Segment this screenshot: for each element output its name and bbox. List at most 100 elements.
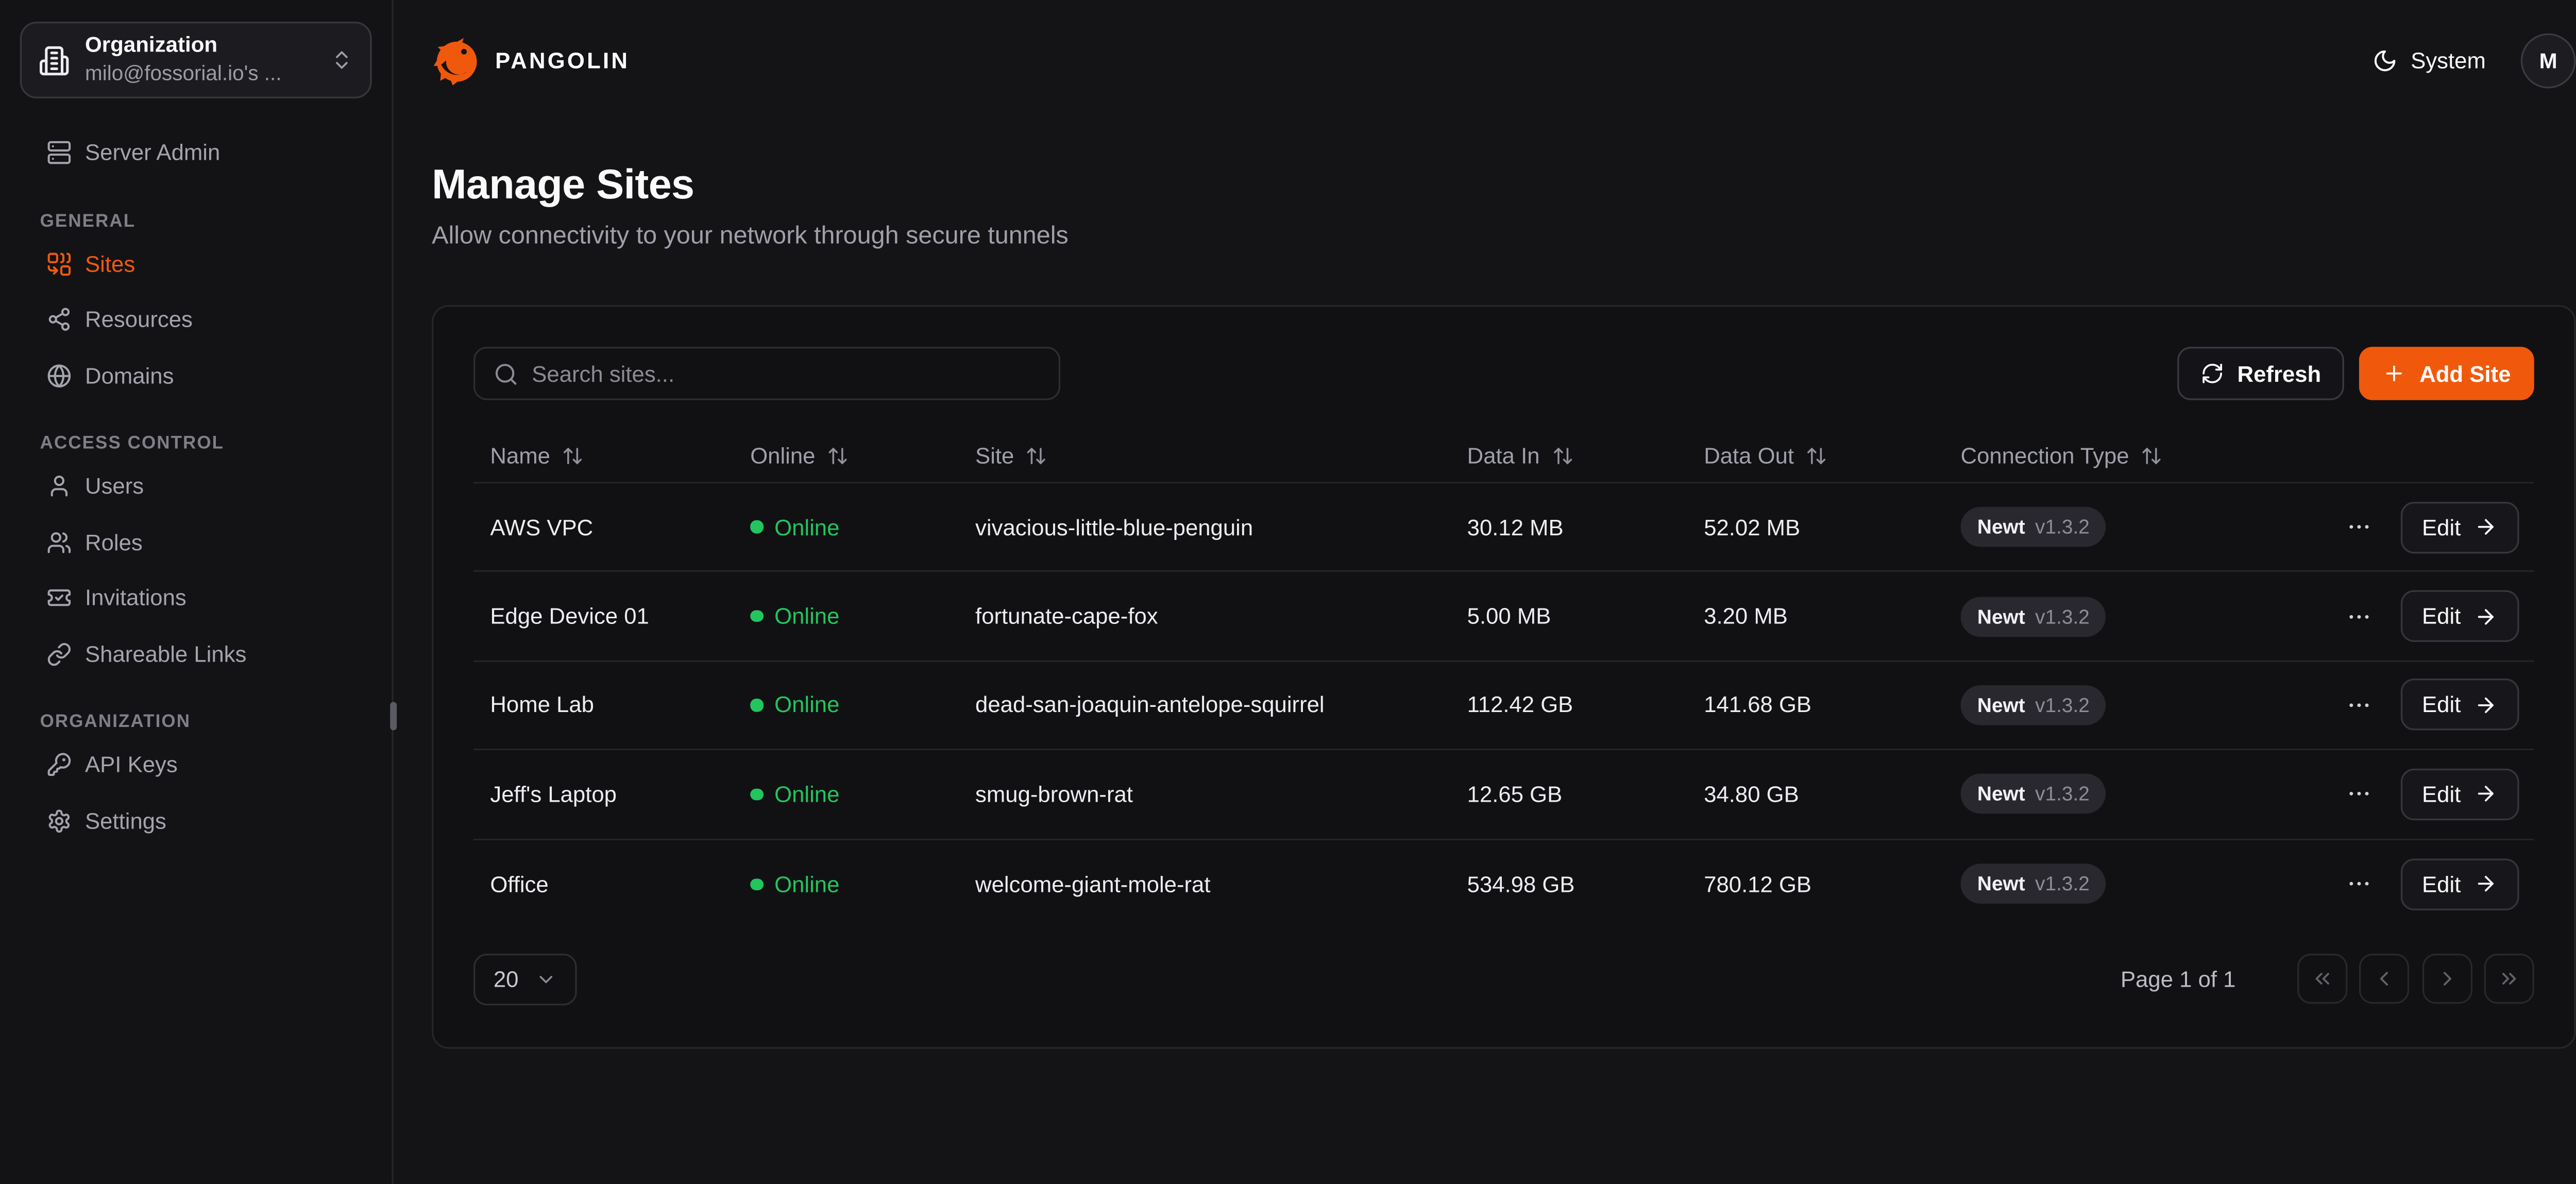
data-in-cell: 5.00 MB (1450, 604, 1687, 629)
first-page-button[interactable] (2297, 954, 2347, 1004)
sidebar-item-label: Invitations (85, 586, 187, 611)
sidebar-item-users[interactable]: Users (20, 459, 372, 514)
data-out-cell: 780.12 GB (1687, 872, 1947, 897)
edit-button[interactable]: Edit (2400, 501, 2519, 553)
online-status-cell: Online (734, 692, 959, 718)
sidebar-item-label: Resources (85, 307, 193, 332)
data-out-cell: 141.68 GB (1687, 692, 1947, 718)
connection-type-badge: Newt v1.3.2 (1961, 596, 2107, 636)
section-heading-general: GENERAL (20, 206, 372, 236)
sites-card: Refresh Add Site Name Online Site Data I… (432, 305, 2575, 1048)
page-size-select[interactable]: 20 (473, 954, 577, 1005)
refresh-label: Refresh (2238, 361, 2321, 386)
online-status-cell: Online (734, 782, 959, 807)
edit-button[interactable]: Edit (2400, 858, 2519, 910)
row-actions-menu-button[interactable] (2342, 688, 2376, 722)
row-actions-cell: Edit (2247, 858, 2534, 910)
next-page-button[interactable] (2421, 954, 2471, 1004)
theme-toggle[interactable]: System (2372, 48, 2486, 74)
prev-page-button[interactable] (2359, 954, 2409, 1004)
online-status-dot (750, 521, 762, 533)
connection-name: Newt (1977, 783, 2025, 806)
edit-button[interactable]: Edit (2400, 590, 2519, 642)
org-subtitle: milo@fossorial.io's ... (85, 61, 315, 88)
search-input[interactable] (532, 361, 1040, 386)
row-actions-cell: Edit (2247, 501, 2534, 553)
connection-type-cell: Newt v1.3.2 (1947, 774, 2247, 815)
sidebar-item-label: Shareable Links (85, 641, 246, 667)
connection-name: Newt (1977, 516, 2025, 539)
table-header-row: Name Online Site Data In Data Out Connec… (473, 429, 2534, 484)
arrow-up-down-icon (2141, 444, 2162, 466)
plus-icon (2383, 362, 2406, 385)
row-actions-menu-button[interactable] (2342, 511, 2376, 544)
site-name-cell: Edge Device 01 (473, 604, 734, 629)
online-status-label: Online (774, 692, 839, 718)
arrow-up-down-icon (1806, 444, 1827, 466)
sidebar-item-roles[interactable]: Roles (20, 514, 372, 570)
site-tunnel-cell: fortunate-cape-fox (959, 604, 1451, 629)
building-icon (38, 44, 70, 76)
user-icon (47, 474, 72, 499)
row-actions-cell: Edit (2247, 768, 2534, 820)
connection-type-badge: Newt v1.3.2 (1961, 864, 2107, 904)
column-header-data-in[interactable]: Data In (1467, 443, 1573, 468)
key-icon (47, 752, 72, 777)
connection-type-cell: Newt v1.3.2 (1947, 507, 2247, 547)
site-tunnel-cell: smug-brown-rat (959, 782, 1451, 807)
page-indicator: Page 1 of 1 (2121, 967, 2235, 992)
column-header-connection-type[interactable]: Connection Type (1961, 443, 2163, 468)
column-header-data-out[interactable]: Data Out (1704, 443, 1827, 468)
sidebar-item-label: Sites (85, 251, 135, 277)
connection-type-badge: Newt v1.3.2 (1961, 774, 2107, 815)
site-name-cell: Jeff's Laptop (473, 782, 734, 807)
data-in-cell: 30.12 MB (1450, 515, 1687, 540)
table-row: AWS VPC Online vivacious-little-blue-pen… (473, 483, 2534, 572)
sidebar-item-settings[interactable]: Settings (20, 793, 372, 849)
sidebar-item-invitations[interactable]: Invitations (20, 570, 372, 626)
row-actions-menu-button[interactable] (2342, 777, 2376, 811)
connection-name: Newt (1977, 872, 2025, 895)
globe-icon (47, 363, 72, 388)
online-status-dot (750, 610, 762, 622)
column-header-name[interactable]: Name (490, 443, 583, 468)
org-selector[interactable]: Organization milo@fossorial.io's ... (20, 22, 372, 98)
chevron-down-icon (535, 969, 557, 990)
sidebar-item-shareable-links[interactable]: Shareable Links (20, 626, 372, 682)
edit-label: Edit (2422, 604, 2461, 629)
column-header-site[interactable]: Site (975, 443, 1047, 468)
server-icon (47, 141, 72, 166)
main-content: PANGOLIN System M Manage Sites Allow con… (394, 0, 2576, 1184)
chevrons-right-icon (2498, 968, 2521, 991)
sidebar-item-api-keys[interactable]: API Keys (20, 737, 372, 792)
sidebar-item-label: Users (85, 474, 144, 499)
refresh-button[interactable]: Refresh (2177, 347, 2345, 400)
sidebar-item-label: Server Admin (85, 141, 220, 166)
row-actions-menu-button[interactable] (2342, 600, 2376, 633)
gear-icon (47, 808, 72, 834)
row-actions-cell: Edit (2247, 590, 2534, 642)
add-site-button[interactable]: Add Site (2360, 347, 2534, 400)
brand-logo[interactable]: PANGOLIN (432, 36, 630, 86)
column-header-online[interactable]: Online (750, 443, 849, 468)
sidebar-item-server-admin[interactable]: Server Admin (20, 125, 372, 181)
edit-button[interactable]: Edit (2400, 680, 2519, 731)
arrow-right-icon (2474, 783, 2497, 806)
row-actions-menu-button[interactable] (2342, 868, 2376, 901)
section-heading-organization: ORGANIZATION (20, 707, 372, 737)
avatar[interactable]: M (2521, 33, 2576, 89)
connection-version: v1.3.2 (2035, 783, 2090, 806)
sidebar: Organization milo@fossorial.io's ... Ser… (0, 0, 394, 1184)
table-footer: 20 Page 1 of 1 (473, 954, 2534, 1005)
site-name-cell: Office (473, 872, 734, 897)
org-title: Organization (85, 32, 315, 61)
last-page-button[interactable] (2484, 954, 2534, 1004)
edit-button[interactable]: Edit (2400, 768, 2519, 820)
sidebar-item-resources[interactable]: Resources (20, 292, 372, 347)
add-site-label: Add Site (2419, 361, 2511, 386)
edit-label: Edit (2422, 872, 2461, 897)
sidebar-item-sites[interactable]: Sites (20, 236, 372, 292)
sidebar-item-domains[interactable]: Domains (20, 348, 372, 403)
connection-type-cell: Newt v1.3.2 (1947, 864, 2247, 904)
page-title: Manage Sites (432, 162, 2575, 210)
